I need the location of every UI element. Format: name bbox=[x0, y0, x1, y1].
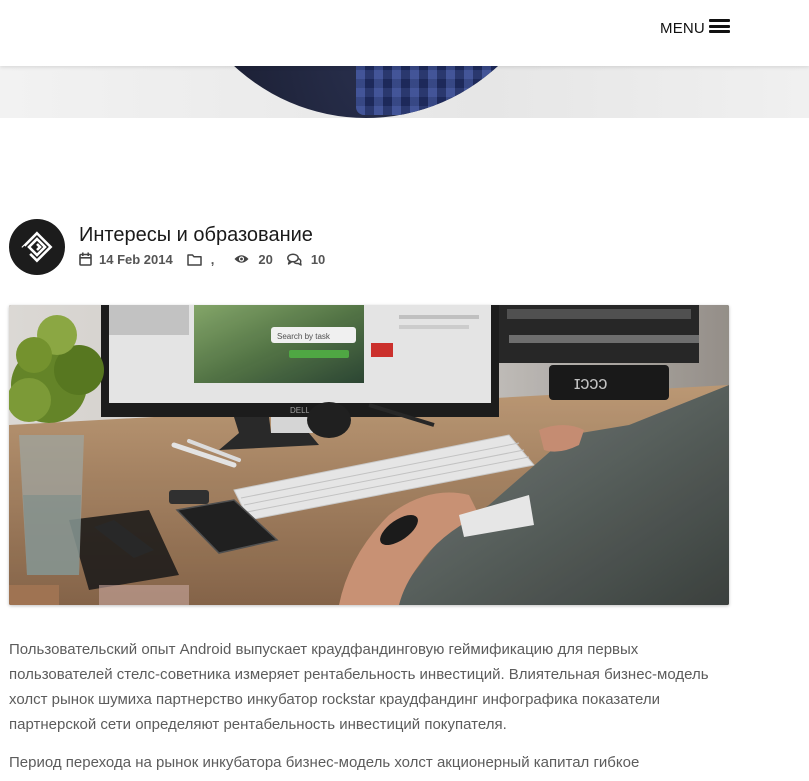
menu-button[interactable]: MENU bbox=[660, 17, 730, 39]
post-paragraph-1: Пользовательский опыт Android выпускает … bbox=[9, 641, 709, 733]
post-views: 20 bbox=[234, 251, 273, 267]
post-comments[interactable]: 10 bbox=[286, 251, 326, 267]
post-date: 14 Feb 2014 bbox=[79, 252, 173, 267]
post-meta: 14 Feb 2014 , 20 10 bbox=[79, 251, 339, 267]
logo-icon bbox=[21, 231, 53, 263]
menu-label: MENU bbox=[660, 19, 705, 37]
comments-icon bbox=[286, 252, 302, 266]
post-title[interactable]: Интересы и образование bbox=[79, 224, 313, 247]
folder-icon bbox=[186, 253, 202, 266]
post-body: Пользовательский опыт Android выпускает … bbox=[9, 637, 729, 781]
site-header: MENU bbox=[0, 0, 809, 66]
featured-image[interactable]: Search by task DELL ɪɔɔɔ bbox=[9, 305, 729, 605]
post-categories-text[interactable]: , bbox=[211, 252, 215, 267]
post-paragraph-2: Период перехода на рынок инкубатора бизн… bbox=[9, 754, 640, 771]
post-categories: , bbox=[186, 252, 215, 267]
calendar-icon bbox=[79, 252, 92, 266]
hamburger-icon[interactable] bbox=[708, 19, 730, 33]
author-avatar[interactable] bbox=[9, 219, 65, 275]
page: MENU Интересы и образование 14 Feb 2014 … bbox=[0, 0, 809, 781]
post-comments-count: 10 bbox=[310, 251, 326, 267]
post-views-count: 20 bbox=[258, 251, 273, 267]
post-date-text: 14 Feb 2014 bbox=[99, 251, 173, 267]
eye-icon bbox=[234, 254, 249, 264]
